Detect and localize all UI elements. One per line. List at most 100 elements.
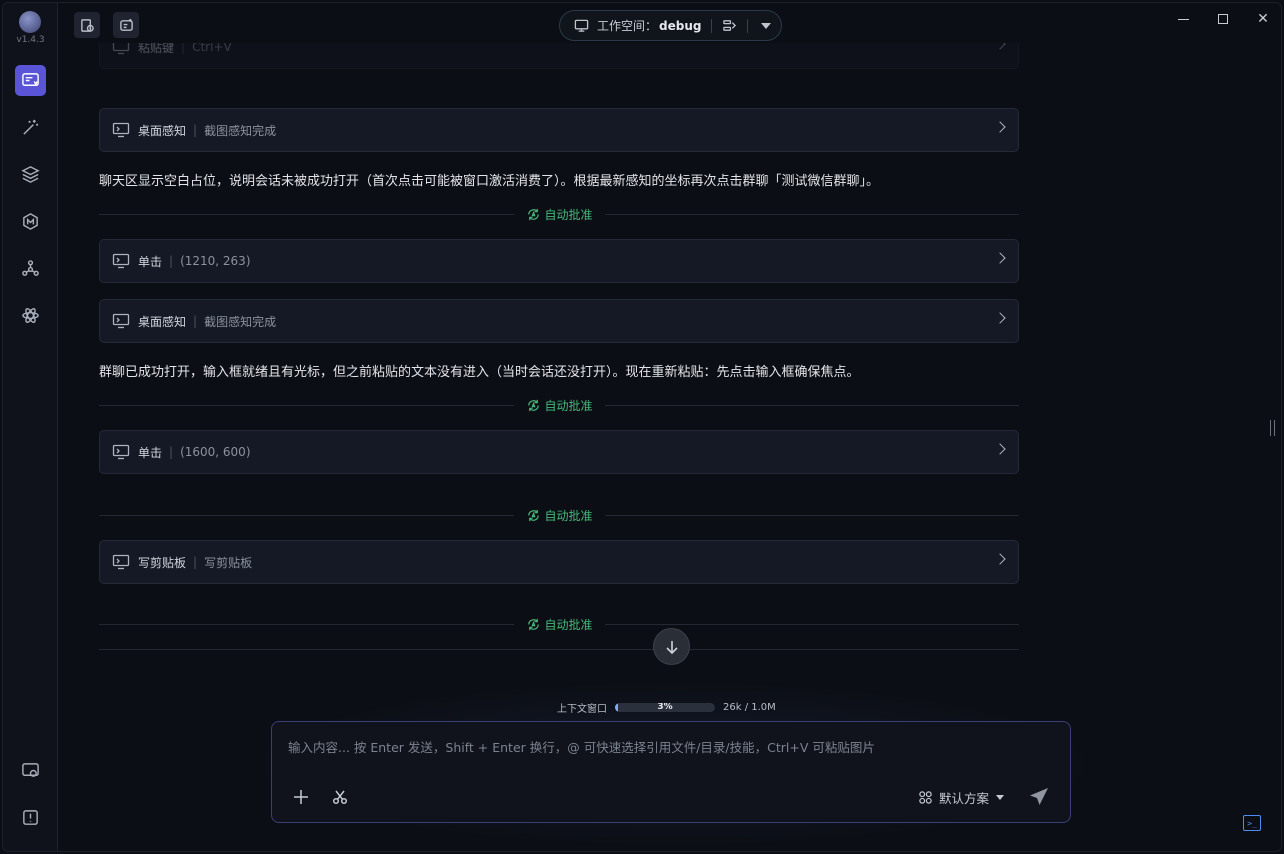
message-composer: 默认方案 — [271, 721, 1071, 823]
add-attachment-button[interactable] — [290, 786, 312, 808]
sidebar-item-magic[interactable] — [15, 112, 46, 143]
context-window-indicator: 上下文窗口 3% 26k / 1.0M — [557, 699, 817, 715]
auto-approve-divider: 自动批准 — [99, 204, 1019, 224]
monitor-icon — [112, 43, 130, 55]
tool-card[interactable]: 单击 | (1210, 263) — [99, 239, 1019, 283]
terminal-button[interactable]: >_ — [1243, 815, 1261, 831]
auto-approve-tag: 自动批准 — [514, 206, 605, 223]
history-icon — [80, 18, 94, 32]
app-logo — [19, 11, 41, 33]
workspace-dropdown-icon[interactable] — [761, 22, 772, 29]
divider-line — [604, 623, 1019, 625]
context-percent: 3% — [657, 702, 673, 712]
assistant-message: 群聊已成功打开，输入框就绪且有光标，但之前粘贴的文本没有进入（当时会话还没打开）… — [99, 365, 860, 380]
model-icon — [23, 213, 38, 230]
info-icon — [23, 810, 38, 825]
tool-separator: | — [169, 445, 174, 459]
monitor-icon — [112, 554, 130, 570]
chevron-right-icon — [994, 312, 1006, 324]
tool-detail: 写剪贴板 — [204, 555, 253, 570]
monitor-icon — [112, 444, 130, 460]
chevron-right-icon — [994, 43, 1006, 50]
tool-name: 粘贴键 — [138, 43, 175, 55]
tool-separator: | — [169, 254, 174, 268]
chevron-right-icon — [994, 553, 1006, 565]
tool-card[interactable]: 单击 | (1600, 600) — [99, 430, 1019, 474]
monitor-icon — [112, 253, 130, 269]
workspace-switch-icon[interactable] — [722, 18, 737, 33]
panel-resize-handle[interactable] — [1270, 420, 1275, 436]
tool-detail: (1210, 263) — [180, 254, 251, 268]
divider-line — [604, 213, 1019, 215]
divider-line — [99, 404, 514, 406]
tool-card[interactable]: 粘贴键 | Ctrl+V — [99, 43, 1019, 69]
maximize-button[interactable] — [1209, 7, 1237, 31]
plan-selector[interactable]: 默认方案 — [918, 788, 1005, 807]
auto-approve-divider: 自动批准 — [99, 395, 1019, 415]
terminal-icon: >_ — [1247, 818, 1257, 828]
auto-approve-icon — [527, 618, 539, 630]
magic-wand-icon — [23, 119, 39, 135]
chat-icon — [22, 73, 39, 86]
scroll-to-bottom-button[interactable] — [653, 628, 690, 665]
minimize-button[interactable] — [1169, 7, 1197, 31]
auto-approve-label: 自动批准 — [544, 207, 593, 222]
sidebar-item-atom[interactable] — [15, 300, 46, 331]
assistant-message: 聊天区显示空白占位，说明会话未被成功打开（首次点击可能被窗口激活消费了）。根据最… — [99, 174, 880, 189]
workspace-divider — [711, 18, 713, 33]
workspace-selector[interactable]: 工作空间： debug — [559, 10, 782, 41]
minimize-icon — [1177, 18, 1189, 20]
app-window: v1.4.3 工作空间： debug ✕ 粘贴键 | Ctrl+V 桌面感知 |… — [2, 2, 1282, 852]
tool-separator: | — [181, 43, 186, 54]
tool-separator: | — [193, 555, 198, 569]
context-window-label: 上下文窗口 — [557, 703, 607, 715]
auto-approve-icon — [527, 509, 539, 521]
screenshot-button[interactable] — [329, 786, 351, 808]
tool-name: 桌面感知 — [138, 123, 187, 138]
monitor-icon — [112, 122, 130, 138]
monitor-icon — [574, 19, 589, 32]
send-button[interactable] — [1028, 786, 1050, 808]
tool-detail: 截图感知完成 — [204, 314, 277, 329]
sidebar-item-chat[interactable] — [15, 65, 46, 96]
auto-approve-tag: 自动批准 — [514, 616, 605, 633]
tool-card[interactable]: 写剪贴板 | 写剪贴板 — [99, 540, 1019, 584]
sidebar: v1.4.3 — [3, 3, 58, 851]
tool-card[interactable]: 桌面感知 | 截图感知完成 — [99, 299, 1019, 343]
auto-approve-divider: 自动批准 — [99, 505, 1019, 525]
sidebar-item-network[interactable] — [15, 253, 46, 284]
auto-approve-divider: 自动批准 — [99, 614, 1019, 634]
tool-name: 单击 — [138, 254, 163, 269]
auto-approve-label: 自动批准 — [544, 398, 593, 413]
divider-line — [99, 213, 514, 215]
tool-name: 写剪贴板 — [138, 555, 187, 570]
chevron-down-icon — [996, 795, 1005, 800]
tool-separator: | — [193, 314, 198, 328]
send-icon — [1030, 788, 1048, 805]
history-button[interactable] — [74, 12, 100, 38]
context-progress-bar: 3% — [615, 702, 715, 712]
new-chat-icon — [119, 18, 133, 31]
conversation-area: 粘贴键 | Ctrl+V 桌面感知 | 截图感知完成 聊天区显示空白占位，说明会… — [99, 43, 1019, 659]
chevron-right-icon — [994, 443, 1006, 455]
divider-line — [604, 514, 1019, 516]
close-button[interactable]: ✕ — [1249, 7, 1277, 31]
layers-icon — [21, 166, 40, 183]
sidebar-item-model[interactable] — [15, 206, 46, 237]
atom-icon — [22, 308, 39, 323]
monitor-icon — [112, 313, 130, 329]
tool-card[interactable]: 桌面感知 | 截图感知完成 — [99, 108, 1019, 152]
workspace-label: 工作空间： — [597, 19, 658, 33]
sidebar-item-layers[interactable] — [15, 159, 46, 190]
sidebar-item-info[interactable] — [15, 802, 46, 833]
plus-icon — [294, 790, 308, 804]
sidebar-item-settings[interactable] — [15, 755, 46, 786]
message-input[interactable] — [288, 736, 1048, 758]
tool-separator: | — [193, 123, 198, 137]
auto-approve-tag: 自动批准 — [514, 397, 605, 414]
workspace-divider — [747, 18, 749, 33]
context-usage: 26k / 1.0M — [723, 701, 776, 713]
app-version: v1.4.3 — [16, 35, 45, 45]
new-chat-button[interactable] — [113, 12, 139, 38]
divider-line — [604, 404, 1019, 406]
